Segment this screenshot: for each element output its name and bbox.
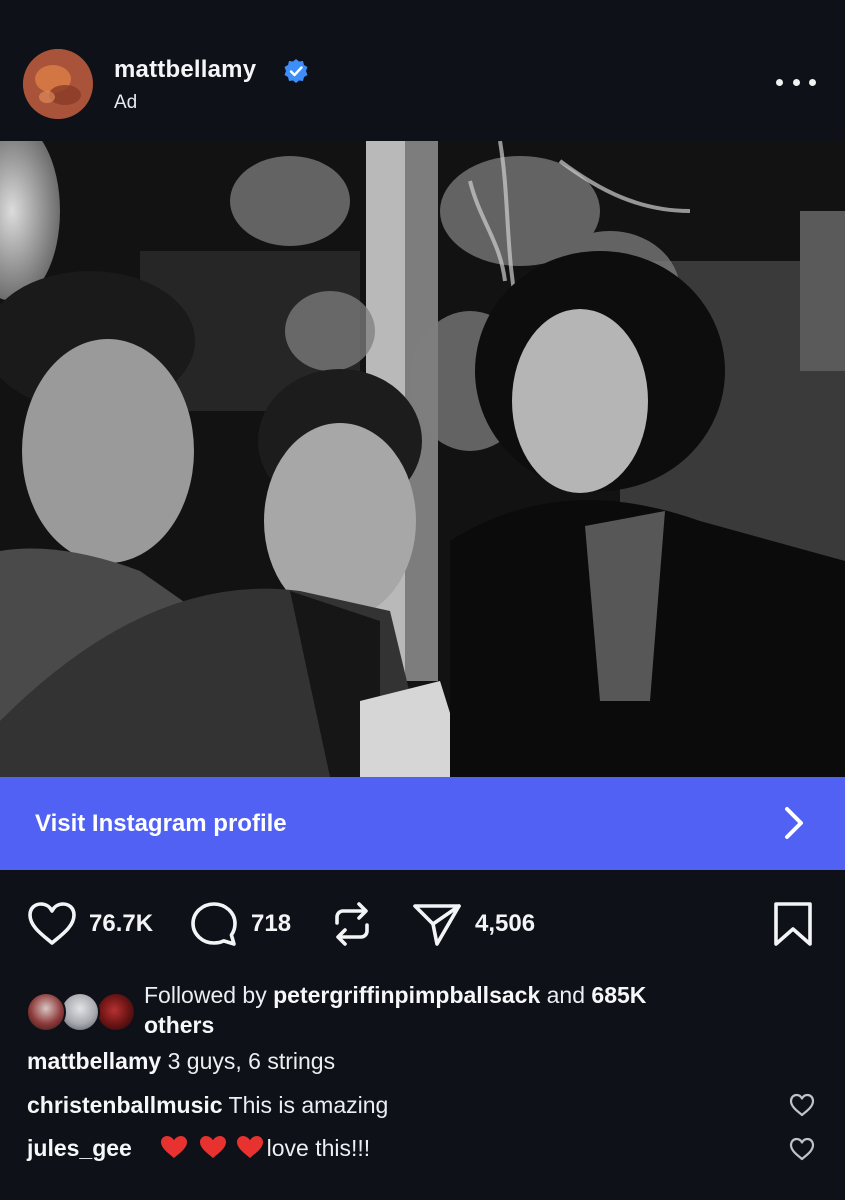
red-heart-emoji <box>199 1136 226 1158</box>
heart-outline-icon[interactable] <box>788 1136 816 1162</box>
action-bar: 76.7K 718 4,506 <box>0 870 845 980</box>
followed-by-others[interactable]: others <box>144 1012 214 1038</box>
chevron-right-icon[interactable] <box>779 806 809 840</box>
red-heart-emoji <box>160 1136 187 1158</box>
caption-text: 3 guys, 6 strings <box>161 1048 336 1074</box>
repost-icon[interactable] <box>329 901 375 947</box>
share-count[interactable]: 4,506 <box>475 910 535 938</box>
follower-username[interactable]: petergriffinpimpballsack <box>273 982 540 1008</box>
bookmark-icon[interactable] <box>772 900 814 948</box>
comment-count[interactable]: 718 <box>251 910 291 938</box>
follower-avatar[interactable] <box>60 992 100 1032</box>
paper-plane-icon[interactable] <box>411 900 463 948</box>
social-proof: Followed by petergriffinpimpballsack and… <box>0 980 845 1040</box>
visit-profile-label: Visit Instagram profile <box>35 810 287 837</box>
follower-avatar[interactable] <box>26 992 66 1032</box>
post-caption: mattbellamy 3 guys, 6 strings <box>27 1048 335 1075</box>
comment-author[interactable]: jules_gee <box>27 1135 132 1161</box>
verified-badge-icon <box>284 59 308 83</box>
comment-author[interactable]: christenballmusic <box>27 1092 223 1118</box>
post-photo[interactable] <box>0 141 845 777</box>
caption-author[interactable]: mattbellamy <box>27 1048 161 1074</box>
heart-outline-icon[interactable] <box>788 1092 816 1118</box>
followed-by-and: and <box>540 982 592 1008</box>
comment-text: This is amazing <box>222 1092 389 1118</box>
comment-text: love this!!! <box>266 1135 371 1161</box>
avatar[interactable] <box>23 49 93 119</box>
comment-bubble-icon[interactable] <box>189 900 239 948</box>
sponsored-label: Ad <box>114 92 138 113</box>
post-header: mattbellamy Ad <box>0 0 845 141</box>
comment-row: jules_gee love this!!! <box>27 1134 370 1162</box>
followed-by-prefix: Followed by <box>144 982 274 1008</box>
heart-icon[interactable] <box>26 901 78 947</box>
follower-count[interactable]: 685K <box>591 982 646 1008</box>
follower-avatar[interactable] <box>96 992 136 1032</box>
more-options-icon[interactable] <box>776 68 816 96</box>
followed-by-text: Followed by petergriffinpimpballsack and… <box>144 980 804 1040</box>
like-count[interactable]: 76.7K <box>89 910 153 938</box>
comment-row: christenballmusic This is amazing <box>27 1092 388 1119</box>
red-heart-emoji <box>236 1136 263 1158</box>
visit-profile-button[interactable]: Visit Instagram profile <box>0 777 845 870</box>
post-username[interactable]: mattbellamy <box>114 56 256 84</box>
